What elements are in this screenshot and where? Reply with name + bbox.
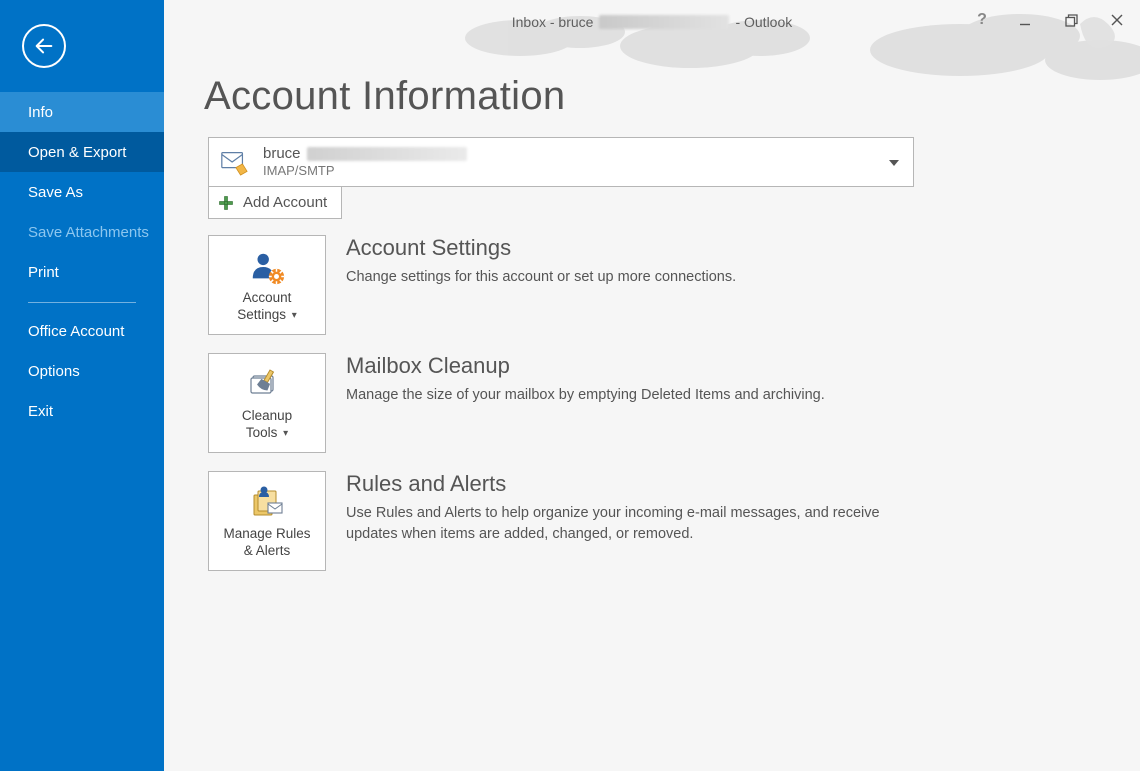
sidebar-item-save-as[interactable]: Save As <box>0 172 164 212</box>
sidebar-item-label: Open & Export <box>28 144 126 161</box>
sidebar-item-exit[interactable]: Exit <box>0 391 164 431</box>
plus-icon <box>217 194 235 212</box>
sidebar-divider <box>28 302 136 303</box>
tile-label-line2: Tools <box>246 425 278 440</box>
sidebar-item-label: Info <box>28 104 53 121</box>
section-mailbox-cleanup: Cleanup Tools ▾ Mailbox Cleanup Manage t… <box>208 353 1096 453</box>
backstage-page: Account Information bruce IMAP/SMTP <box>164 74 1140 571</box>
window-title-prefix: Inbox - bruce <box>512 14 594 30</box>
section-desc: Change settings for this account or set … <box>346 267 896 288</box>
back-arrow-icon <box>33 35 55 57</box>
tile-label-line1: Manage Rules <box>223 526 310 541</box>
tile-cleanup-tools[interactable]: Cleanup Tools ▾ <box>208 353 326 453</box>
section-desc: Use Rules and Alerts to help organize yo… <box>346 503 896 545</box>
sidebar-item-label: Exit <box>28 403 53 420</box>
sidebar-item-label: Save Attachments <box>28 224 149 241</box>
sidebar-item-label: Print <box>28 264 59 281</box>
redacted-segment <box>599 15 729 29</box>
close-icon <box>1111 14 1123 26</box>
sidebar-item-print[interactable]: Print <box>0 252 164 292</box>
backstage-sidebar: Info Open & Export Save As Save Attachme… <box>0 0 164 771</box>
redacted-segment <box>307 147 467 161</box>
sidebar-item-open-export[interactable]: Open & Export <box>0 132 164 172</box>
content-area: Inbox - bruce - Outlook ? <box>164 0 1140 771</box>
section-desc: Manage the size of your mailbox by empty… <box>346 385 896 406</box>
section-heading: Account Settings <box>346 235 1096 261</box>
window-titlebar: Inbox - bruce - Outlook ? <box>164 0 1140 44</box>
account-picker[interactable]: bruce IMAP/SMTP <box>208 137 914 187</box>
account-settings-icon <box>248 248 286 286</box>
tile-label-line2: Settings <box>237 307 286 322</box>
account-type: IMAP/SMTP <box>263 163 467 180</box>
minimize-icon <box>1019 14 1031 26</box>
section-account-settings: Account Settings ▾ Account Settings Chan… <box>208 235 1096 335</box>
add-account-label: Add Account <box>243 194 327 211</box>
window-restore-button[interactable] <box>1048 0 1094 40</box>
add-account-button[interactable]: Add Account <box>208 187 342 219</box>
sidebar-item-info[interactable]: Info <box>0 92 164 132</box>
sidebar-item-save-attachments: Save Attachments <box>0 212 164 252</box>
help-button[interactable]: ? <box>962 0 1002 40</box>
sidebar-item-label: Options <box>28 363 80 380</box>
tile-label-line1: Account <box>243 290 292 305</box>
tile-label-line1: Cleanup <box>242 408 292 423</box>
section-heading: Mailbox Cleanup <box>346 353 1096 379</box>
sidebar-item-label: Save As <box>28 184 83 201</box>
window-close-button[interactable] <box>1094 0 1140 40</box>
section-heading: Rules and Alerts <box>346 471 1096 497</box>
restore-icon <box>1065 14 1078 27</box>
sidebar-item-label: Office Account <box>28 323 124 340</box>
section-rules-alerts: Manage Rules & Alerts Rules and Alerts U… <box>208 471 1096 571</box>
account-name: bruce <box>263 144 301 164</box>
tile-manage-rules[interactable]: Manage Rules & Alerts <box>208 471 326 571</box>
chevron-down-icon: ▾ <box>283 428 288 441</box>
rules-alerts-icon <box>246 485 288 521</box>
window-minimize-button[interactable] <box>1002 0 1048 40</box>
account-text: bruce IMAP/SMTP <box>263 144 467 180</box>
sidebar-item-options[interactable]: Options <box>0 351 164 391</box>
back-button[interactable] <box>22 24 66 68</box>
tile-account-settings[interactable]: Account Settings ▾ <box>208 235 326 335</box>
sidebar-item-office-account[interactable]: Office Account <box>0 311 164 351</box>
page-title: Account Information <box>204 74 1096 119</box>
chevron-down-icon: ▾ <box>292 310 297 323</box>
cleanup-tools-icon <box>247 368 287 402</box>
account-envelope-icon <box>219 147 249 177</box>
dropdown-caret-icon <box>889 153 899 171</box>
window-title-suffix: - Outlook <box>735 14 792 30</box>
tile-label-line2: & Alerts <box>244 543 291 558</box>
app-root: Info Open & Export Save As Save Attachme… <box>0 0 1140 771</box>
